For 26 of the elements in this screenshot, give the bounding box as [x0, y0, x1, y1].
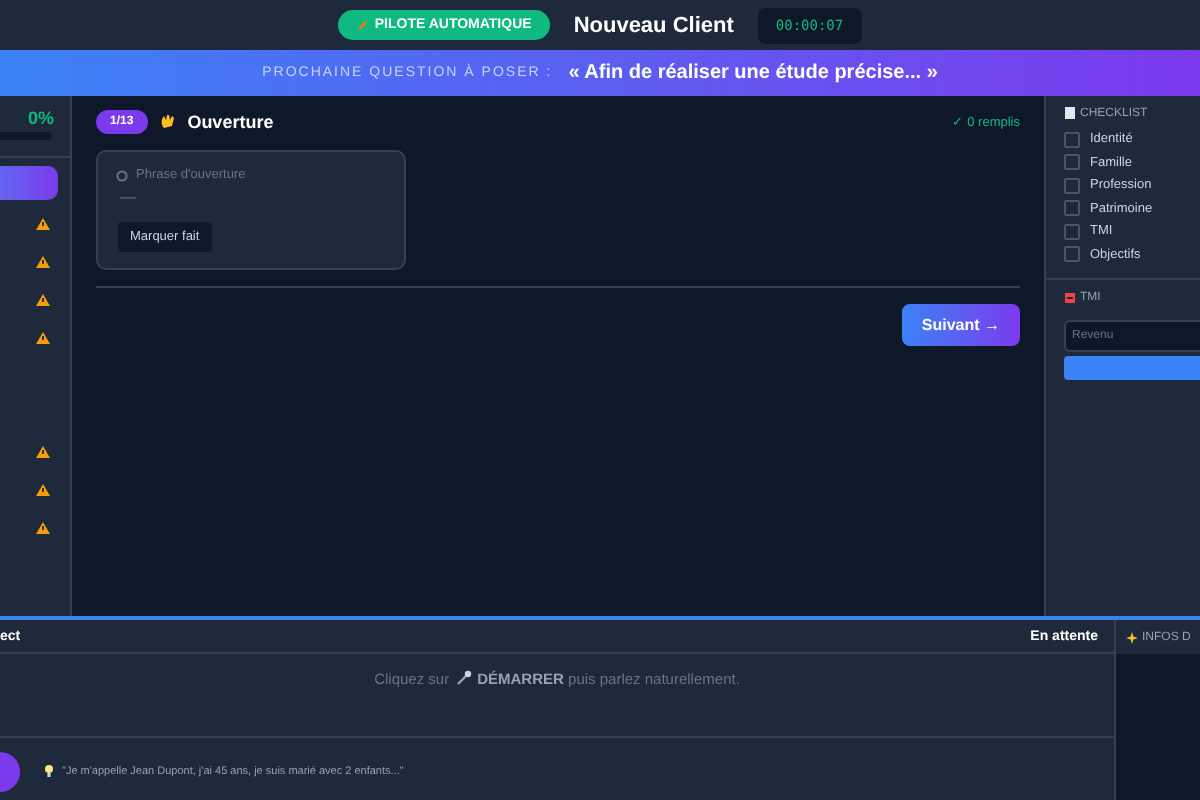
hand-icon: [159, 114, 176, 130]
sparkle-icon: [1126, 631, 1138, 643]
checkbox[interactable]: [1064, 200, 1080, 217]
checkbox[interactable]: [1064, 246, 1080, 263]
warning-icon: [36, 521, 50, 533]
lightbulb-icon: [44, 764, 54, 778]
warning-icon: [36, 217, 50, 229]
checkbox[interactable]: [1064, 223, 1080, 240]
warning-icon: [36, 331, 50, 343]
next-button[interactable]: Suivant →: [901, 304, 1020, 346]
warning-icon: [36, 255, 50, 267]
clipboard-icon: [1064, 106, 1076, 120]
answer-value: —: [120, 188, 136, 206]
warning-icon: [36, 293, 50, 305]
next-question: « Afin de réaliser une étude précise... »: [568, 62, 938, 84]
client-title: Nouveau Client: [573, 13, 734, 37]
checkbox[interactable]: [1064, 154, 1080, 171]
calculator-icon: [1064, 292, 1076, 304]
warning-icon: [36, 445, 50, 457]
warning-icon: [36, 483, 50, 495]
checkbox[interactable]: [1064, 131, 1080, 148]
microphone-icon: [455, 670, 472, 686]
progress-percent: 0%: [25, 106, 56, 132]
step-title: Ouverture: [187, 112, 274, 132]
circle-icon: [116, 169, 128, 181]
checkbox[interactable]: [1064, 177, 1080, 194]
